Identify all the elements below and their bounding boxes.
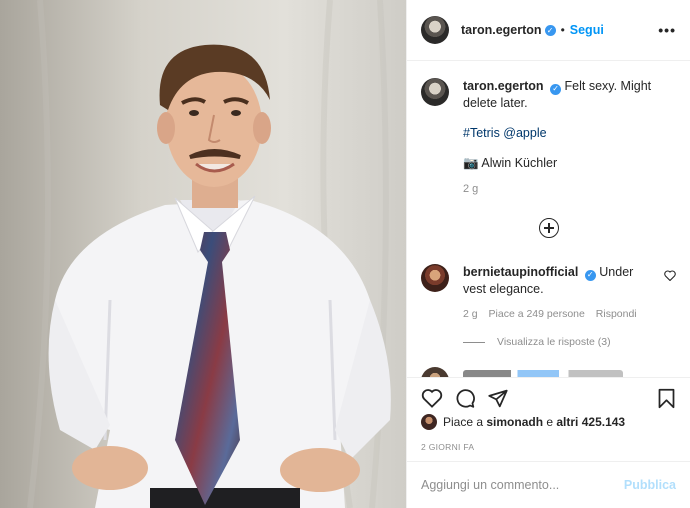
follow-button[interactable]: Segui [570,23,604,37]
likes-middle: e [543,415,557,429]
reply-button[interactable]: Rispondi [596,308,637,320]
liker-username[interactable]: simonadh [486,415,543,429]
comment-age: 2 g [463,308,478,320]
like-heart-icon[interactable] [421,388,443,408]
save-bookmark-icon[interactable] [657,388,676,409]
more-options-icon[interactable]: ••• [658,22,676,38]
caption-age: 2 g [463,182,479,195]
next-comment-preview [463,370,623,377]
view-replies-label: Visualizza le risposte (3) [497,336,611,348]
likes-others-count[interactable]: altri 425.143 [556,415,625,429]
next-commenter-avatar[interactable] [421,367,449,377]
verified-badge-icon: ✓ [544,24,556,36]
comment-composer: Pubblica [407,461,690,508]
camera-emoji-icon: 📷 [463,155,479,170]
author-avatar[interactable] [421,16,449,44]
post-side-panel: taron.egerton ✓ • Segui ••• taron.egerto… [406,0,690,508]
likes-summary: Piace a simonadh e altri 425.143 [421,414,625,430]
publish-comment-button[interactable]: Pubblica [624,478,676,492]
post-header: taron.egerton ✓ • Segui ••• [407,0,690,61]
comment-text-block: bernietaupinofficial ✓ Under vest elegan… [463,264,658,297]
comment-meta: 2 g Piace a 249 persone Rispondi [463,308,645,320]
caption-author-avatar[interactable] [421,78,449,106]
comment-item: bernietaupinofficial ✓ Under vest elegan… [421,264,676,297]
photo-credit: Alwin Küchler [481,155,558,170]
post-timestamp[interactable]: 2 GIORNI FA [421,442,474,452]
photo-credit-line: 📷 Alwin Küchler [463,155,676,171]
caption-hashtags[interactable]: #Tetris @apple [463,125,676,141]
comment-bubble-icon[interactable] [454,388,476,409]
add-comment-input[interactable] [421,478,624,492]
likes-prefix: Piace a [443,415,487,429]
man-in-shirt-and-tie-illustration [0,0,406,508]
load-more-comments-icon[interactable] [539,218,559,238]
replies-divider-line [463,341,485,343]
caption-username[interactable]: taron.egerton [463,79,544,93]
commenter-username[interactable]: bernietaupinofficial [463,265,578,279]
caption-text-block: taron.egerton ✓ Felt sexy. Might delete … [463,78,676,197]
liker-avatar[interactable] [421,414,437,430]
view-replies-button[interactable]: Visualizza le risposte (3) [463,336,611,348]
author-username[interactable]: taron.egerton [461,23,542,37]
share-send-icon[interactable] [487,388,509,409]
post-photo[interactable] [0,0,406,508]
caption-verified-badge-icon: ✓ [550,83,562,95]
comment-likes-count[interactable]: Piace a 249 persone [489,308,585,320]
commenter-avatar[interactable] [421,264,449,292]
post-caption: taron.egerton ✓ Felt sexy. Might delete … [421,78,676,197]
like-comment-heart-icon[interactable] [664,270,676,281]
action-bar [407,377,690,417]
separator-dot: • [560,23,565,37]
commenter-verified-badge-icon: ✓ [584,269,596,281]
comments-section[interactable]: taron.egerton ✓ Felt sexy. Might delete … [407,62,690,377]
